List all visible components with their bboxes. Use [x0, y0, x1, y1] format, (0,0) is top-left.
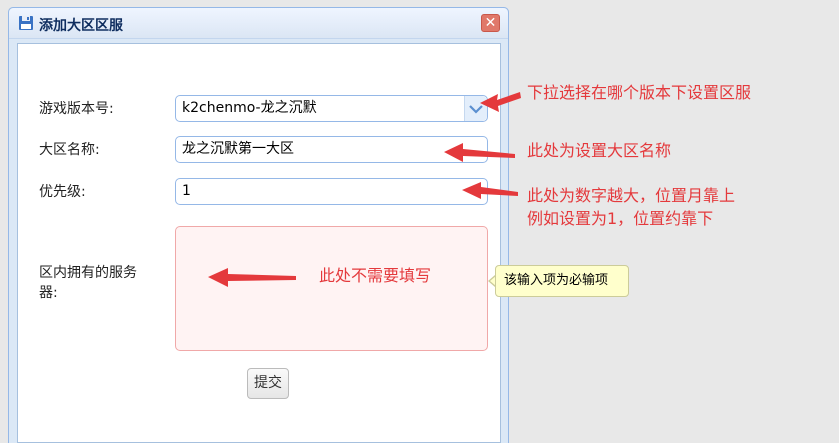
- annotation-servers: 此处不需要填写: [319, 266, 432, 285]
- annotation-priority-line1: 此处为数字越大，位置月靠上: [527, 186, 736, 205]
- annotation-arrow-version: [480, 92, 521, 112]
- annotation-region: 此处为设置大区名称: [527, 141, 672, 160]
- annotation-version: 下拉选择在哪个版本下设置区服: [527, 83, 752, 102]
- annotation-arrow-priority: [462, 182, 518, 199]
- annotation-arrow-servers: [208, 268, 296, 287]
- annotation-arrow-region: [444, 143, 515, 162]
- annotation-priority-line2: 例如设置为1，位置约靠下: [527, 209, 714, 228]
